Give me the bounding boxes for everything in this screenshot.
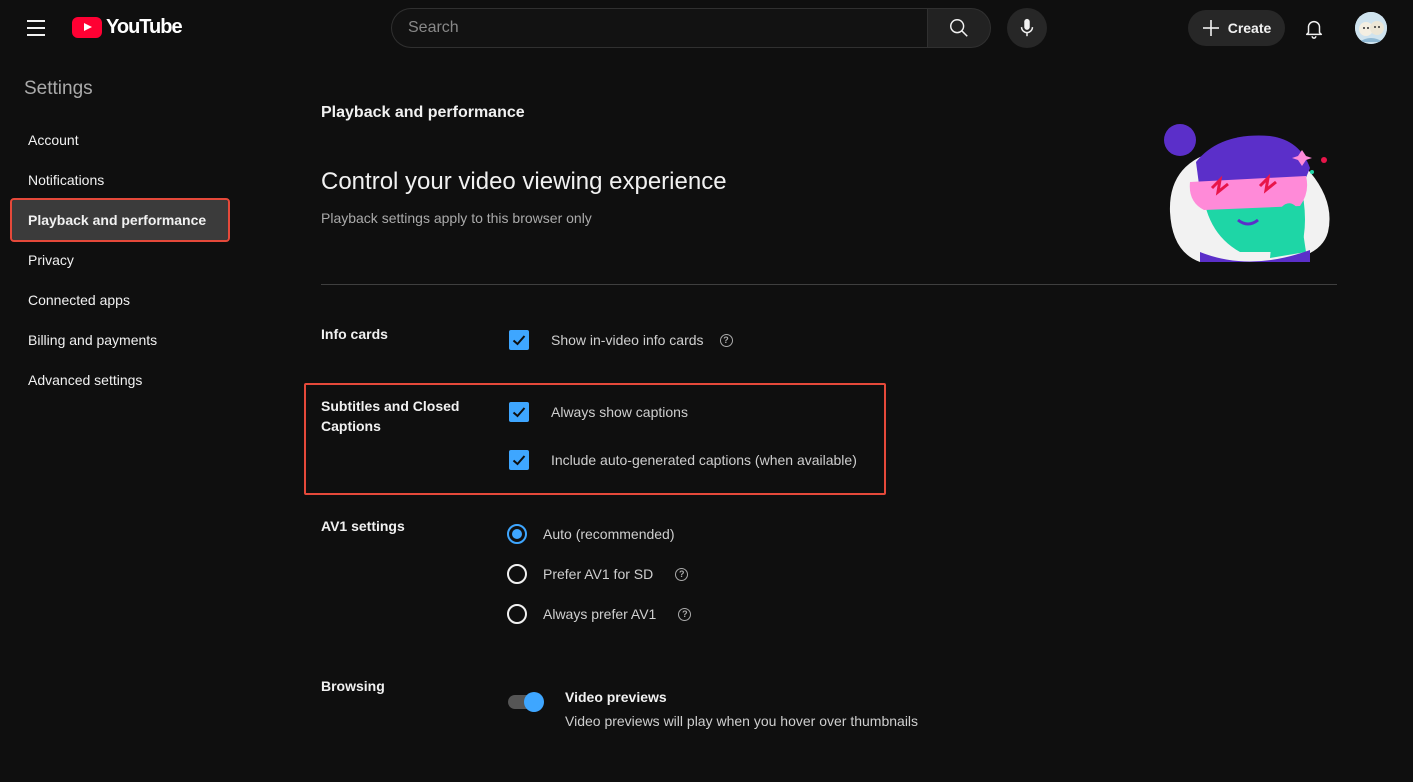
info-cards-label: Info cards: [321, 326, 388, 342]
sidebar-item-billing-and-payments[interactable]: Billing and payments: [12, 320, 228, 360]
av1-prefer-sd-label: Prefer AV1 for SD: [543, 566, 654, 582]
auto-generated-captions-label: Include auto-generated captions (when av…: [551, 452, 857, 468]
search-bar: [391, 8, 991, 48]
av1-auto-radio[interactable]: [507, 524, 527, 544]
page-title: Control your video viewing experience: [321, 168, 727, 195]
search-button[interactable]: [927, 8, 991, 48]
sidebar-item-notifications[interactable]: Notifications: [12, 160, 228, 200]
auto-generated-captions-checkbox[interactable]: [509, 450, 529, 470]
youtube-play-icon: [72, 17, 102, 38]
hamburger-menu-icon[interactable]: [20, 12, 52, 44]
always-show-captions-checkbox[interactable]: [509, 402, 529, 422]
av1-always-prefer-label: Always prefer AV1: [543, 606, 657, 622]
voice-search-button[interactable]: [1007, 8, 1047, 48]
section-label: Playback and performance: [321, 104, 525, 121]
always-show-captions-option[interactable]: Always show captions: [509, 402, 688, 422]
sidebar-title: Settings: [24, 78, 93, 99]
av1-always-prefer-option[interactable]: Always prefer AV1 ?: [507, 604, 692, 624]
create-label: Create: [1227, 20, 1272, 36]
search-icon: [950, 19, 968, 37]
show-info-cards-label: Show in-video info cards: [551, 332, 704, 348]
av1-settings-label: AV1 settings: [321, 518, 405, 534]
settings-nav: Account Notifications Playback and perfo…: [10, 120, 230, 400]
browsing-label: Browsing: [321, 678, 385, 694]
checkmark-icon: [512, 455, 526, 466]
help-icon[interactable]: ?: [719, 333, 733, 347]
always-show-captions-label: Always show captions: [551, 404, 688, 420]
microphone-icon: [1020, 18, 1034, 37]
sidebar-item-connected-apps[interactable]: Connected apps: [12, 280, 228, 320]
playback-illustration: [1164, 124, 1330, 262]
av1-always-prefer-radio[interactable]: [507, 604, 527, 624]
show-info-cards-checkbox[interactable]: [509, 330, 529, 350]
plus-icon: [1202, 20, 1219, 36]
page-subtitle: Playback settings apply to this browser …: [321, 210, 592, 226]
sidebar-item-advanced-settings[interactable]: Advanced settings: [12, 360, 228, 400]
notifications-button[interactable]: [1296, 10, 1332, 46]
bell-icon: [1305, 20, 1323, 39]
toggle-knob: [524, 692, 544, 712]
avatar-image: [1355, 12, 1387, 44]
avatar[interactable]: [1355, 12, 1387, 44]
checkmark-icon: [512, 335, 526, 346]
top-bar: YouTube Create: [0, 0, 1413, 56]
search-input[interactable]: [391, 8, 928, 48]
sidebar-item-account[interactable]: Account: [12, 120, 228, 160]
av1-auto-label: Auto (recommended): [543, 526, 675, 542]
video-previews-toggle[interactable]: [508, 690, 544, 712]
auto-generated-captions-option[interactable]: Include auto-generated captions (when av…: [509, 450, 857, 470]
video-previews-description: Video previews will play when you hover …: [565, 713, 919, 729]
create-button[interactable]: Create: [1188, 10, 1285, 46]
av1-auto-option[interactable]: Auto (recommended): [507, 524, 675, 544]
help-icon[interactable]: ?: [678, 607, 692, 621]
video-previews-title: Video previews: [565, 689, 667, 705]
av1-prefer-sd-option[interactable]: Prefer AV1 for SD ?: [507, 564, 689, 584]
captions-label: Subtitles and Closed Captions: [321, 398, 460, 434]
sidebar-item-playback-and-performance[interactable]: Playback and performance: [10, 198, 230, 242]
av1-prefer-sd-radio[interactable]: [507, 564, 527, 584]
checkmark-icon: [512, 407, 526, 418]
show-info-cards-option[interactable]: Show in-video info cards ?: [509, 330, 733, 350]
logo-text: YouTube: [106, 16, 183, 38]
sidebar-item-privacy[interactable]: Privacy: [12, 240, 228, 280]
help-icon[interactable]: ?: [675, 567, 689, 581]
youtube-logo[interactable]: YouTube: [72, 16, 183, 39]
section-divider: [321, 284, 1337, 285]
